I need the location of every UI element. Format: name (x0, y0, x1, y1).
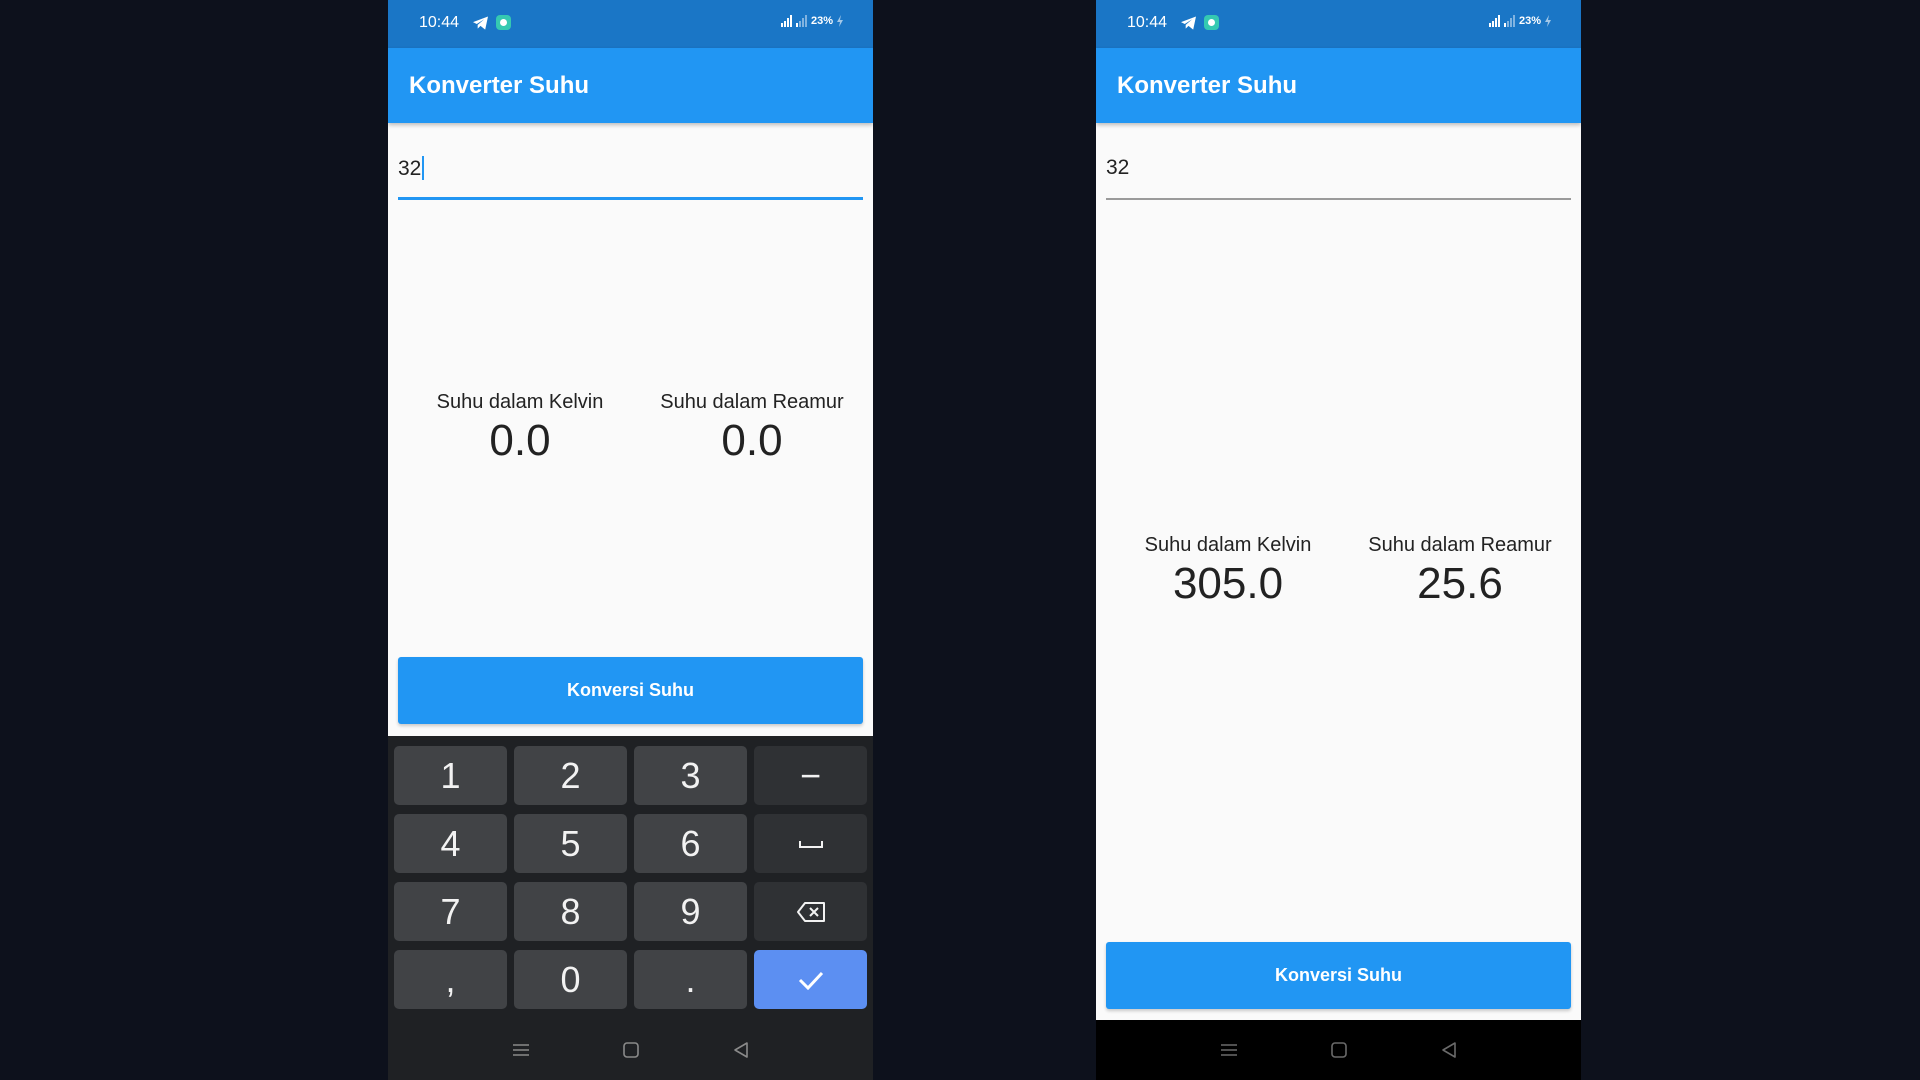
key-6[interactable]: 6 (634, 814, 747, 873)
key-space[interactable] (754, 814, 867, 873)
reamur-label: Suhu dalam Reamur (1368, 534, 1552, 556)
kelvin-value: 0.0 (489, 416, 551, 465)
kelvin-value: 305.0 (1172, 559, 1284, 608)
app-title: Konverter Suhu (409, 72, 590, 99)
home-icon[interactable] (621, 1040, 641, 1060)
key-5[interactable]: 5 (514, 814, 627, 873)
chat-icon (1204, 15, 1219, 30)
phone-screen-right: 10:44 23% Konverter Suhu 32 Suhu dalam K… (1096, 0, 1581, 1080)
signal-icon (1488, 15, 1500, 27)
key-backspace[interactable] (754, 882, 867, 941)
reamur-result: Suhu dalam Reamur 0.0 (642, 391, 862, 466)
kelvin-result: Suhu dalam Kelvin 305.0 (1118, 534, 1338, 609)
chat-icon (496, 15, 511, 30)
key-0[interactable]: 0 (514, 950, 627, 1009)
telegram-icon (1181, 15, 1196, 30)
key-period[interactable]: . (634, 950, 747, 1009)
key-comma[interactable]: , (394, 950, 507, 1009)
signal-icon (1503, 15, 1515, 27)
app-title: Konverter Suhu (1117, 72, 1298, 99)
reamur-result: Suhu dalam Reamur 25.6 (1350, 534, 1570, 609)
kelvin-label: Suhu dalam Kelvin (436, 391, 604, 413)
key-3[interactable]: 3 (634, 746, 747, 805)
key-4[interactable]: 4 (394, 814, 507, 873)
navigation-bar (1096, 1020, 1581, 1080)
app-bar: Konverter Suhu (388, 48, 873, 123)
key-2[interactable]: 2 (514, 746, 627, 805)
phone-screen-left: 10:44 23% Konverter Suhu 32 Suhu dalam K… (388, 0, 873, 1080)
battery-icon (1545, 15, 1551, 27)
convert-button[interactable]: Konversi Suhu (1106, 942, 1571, 1009)
numeric-keyboard: 1 2 3 − 4 5 6 7 8 9 , 0 . (388, 736, 873, 1020)
kelvin-label: Suhu dalam Kelvin (1144, 534, 1312, 556)
input-underline (398, 197, 863, 200)
key-1[interactable]: 1 (394, 746, 507, 805)
key-7[interactable]: 7 (394, 882, 507, 941)
check-icon (798, 971, 823, 990)
convert-button[interactable]: Konversi Suhu (398, 657, 863, 724)
input-value: 32 (398, 157, 422, 180)
reamur-label: Suhu dalam Reamur (660, 391, 844, 413)
navigation-bar (388, 1020, 873, 1080)
temperature-input[interactable]: 32 (398, 150, 863, 200)
battery-level: 23% (1518, 15, 1541, 27)
back-icon[interactable] (1439, 1040, 1459, 1060)
back-icon[interactable] (731, 1040, 751, 1060)
status-bar: 10:44 23% (1096, 0, 1581, 48)
key-9[interactable]: 9 (634, 882, 747, 941)
signal-icon (780, 15, 792, 27)
app-bar: Konverter Suhu (1096, 48, 1581, 123)
home-icon[interactable] (1329, 1040, 1349, 1060)
key-minus[interactable]: − (754, 746, 867, 805)
reamur-value: 25.6 (1417, 559, 1503, 608)
status-time: 10:44 (1127, 14, 1168, 31)
battery-level: 23% (810, 15, 833, 27)
key-8[interactable]: 8 (514, 882, 627, 941)
status-bar: 10:44 23% (388, 0, 873, 48)
space-icon (798, 840, 823, 848)
battery-icon (837, 15, 843, 27)
kelvin-result: Suhu dalam Kelvin 0.0 (410, 391, 630, 466)
input-value: 32 (1106, 156, 1130, 179)
status-time: 10:44 (419, 14, 460, 31)
text-caret (422, 156, 425, 180)
menu-icon[interactable] (511, 1040, 531, 1060)
temperature-input[interactable]: 32 (1106, 150, 1571, 200)
telegram-icon (473, 15, 488, 30)
backspace-icon (796, 901, 825, 922)
key-done[interactable] (754, 950, 867, 1009)
signal-icon (795, 15, 807, 27)
reamur-value: 0.0 (721, 416, 783, 465)
menu-icon[interactable] (1219, 1040, 1239, 1060)
input-underline (1106, 198, 1571, 200)
